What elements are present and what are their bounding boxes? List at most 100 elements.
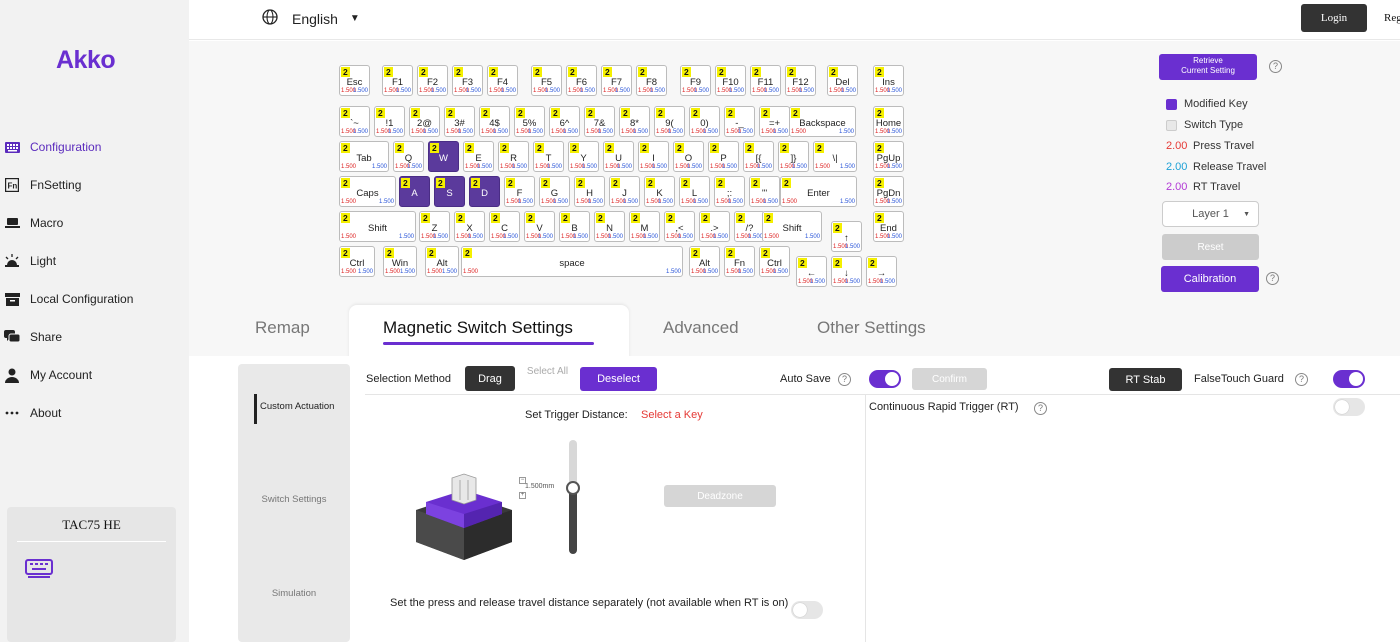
select-all-button[interactable]: Select All — [525, 365, 570, 378]
key-f11[interactable]: 2 F11 1.500 1.500 — [750, 65, 781, 96]
confirm-button[interactable]: Confirm — [912, 368, 987, 390]
key-[interactable]: 2 ↑ 1.500 1.500 — [831, 221, 862, 252]
key-f2[interactable]: 2 F2 1.500 1.500 — [417, 65, 448, 96]
key-p[interactable]: 2 P 1.500 1.500 — [708, 141, 739, 172]
key-[interactable]: 2 =+ 1.500 1.500 — [759, 106, 790, 137]
separate-travel-toggle[interactable] — [791, 601, 823, 619]
key-caps[interactable]: 2 Caps 1.500 1.500 — [339, 176, 396, 207]
key-o[interactable]: 2 O 1.500 1.500 — [673, 141, 704, 172]
key-v[interactable]: 2 V 1.500 1.500 — [524, 211, 555, 242]
trigger-distance-slider[interactable] — [569, 440, 577, 554]
key-d[interactable]: 2D — [469, 176, 500, 207]
key-s[interactable]: 2S — [434, 176, 465, 207]
sidebar-item-my-account[interactable]: My Account — [4, 363, 184, 387]
retrieve-current-setting-button[interactable]: Retrieve Current Setting — [1159, 54, 1257, 80]
slider-handle[interactable] — [566, 481, 580, 495]
sidebar-item-light[interactable]: Light — [4, 249, 184, 273]
key-del[interactable]: 2 Del 1.500 1.500 — [827, 65, 858, 96]
key-t[interactable]: 2 T 1.500 1.500 — [533, 141, 564, 172]
key-f4[interactable]: 2 F4 1.500 1.500 — [487, 65, 518, 96]
key-e[interactable]: 2 E 1.500 1.500 — [463, 141, 494, 172]
tab-remap[interactable]: Remap — [255, 318, 310, 338]
key-6[interactable]: 2 6^ 1.500 1.500 — [549, 106, 580, 137]
register-link[interactable]: Reg — [1384, 12, 1400, 24]
key-[interactable]: 2[{1.500 1.500 — [743, 141, 774, 172]
key-alt[interactable]: 2 Alt 1.500 1.500 — [689, 246, 720, 277]
key-3[interactable]: 2 3# 1.500 1.500 — [444, 106, 475, 137]
key-f10[interactable]: 2 F10 1.500 1.500 — [715, 65, 746, 96]
drag-button[interactable]: Drag — [465, 366, 515, 391]
help-icon[interactable]: ? — [1266, 272, 1279, 285]
key-pgup[interactable]: 2 PgUp 1.500 1.500 — [873, 141, 904, 172]
key-f12[interactable]: 2 F12 1.500 1.500 — [785, 65, 816, 96]
help-icon[interactable]: ? — [1034, 402, 1047, 415]
key-j[interactable]: 2 J 1.500 1.500 — [609, 176, 640, 207]
key-enter[interactable]: 2 Enter 1.500 1.500 — [780, 176, 857, 207]
continuous-rapid-trigger-toggle[interactable] — [1333, 398, 1365, 416]
tab-advanced[interactable]: Advanced — [663, 318, 739, 338]
key-l[interactable]: 2 L 1.500 1.500 — [679, 176, 710, 207]
key-home[interactable]: 2 Home 1.500 1.500 — [873, 106, 904, 137]
rt-stab-button[interactable]: RT Stab — [1109, 368, 1182, 391]
key-ins[interactable]: 2 Ins 1.500 1.500 — [873, 65, 904, 96]
tab-other-settings[interactable]: Other Settings — [817, 318, 926, 338]
key-[interactable]: 2 → 1.500 1.500 — [866, 256, 897, 287]
sidebar-item-macro[interactable]: Macro — [4, 211, 184, 235]
key-q[interactable]: 2 Q 1.500 1.500 — [393, 141, 424, 172]
key-ctrl[interactable]: 2 Ctrl 1.500 1.500 — [339, 246, 375, 277]
sidebar-item-about[interactable]: About — [4, 401, 184, 425]
key-[interactable]: 2 -_ 1.500 1.500 — [724, 106, 755, 137]
key-f5[interactable]: 2 F5 1.500 1.500 — [531, 65, 562, 96]
auto-save-toggle[interactable] — [869, 370, 901, 388]
layer-select[interactable]: Layer 1 ▼ — [1162, 201, 1259, 227]
key-f8[interactable]: 2 F8 1.500 1.500 — [636, 65, 667, 96]
key-8[interactable]: 2 8* 1.500 1.500 — [619, 106, 650, 137]
key-[interactable]: 2 ,< 1.500 1.500 — [664, 211, 695, 242]
key-0[interactable]: 2 0) 1.500 1.500 — [689, 106, 720, 137]
key-win[interactable]: 2 Win 1.500 1.500 — [383, 246, 417, 277]
calibration-button[interactable]: Calibration — [1161, 266, 1259, 292]
key-alt[interactable]: 2 Alt 1.500 1.500 — [425, 246, 459, 277]
key-1[interactable]: 2 !1 1.500 1.500 — [374, 106, 405, 137]
key-ctrl[interactable]: 2 Ctrl 1.500 1.500 — [759, 246, 790, 277]
key-u[interactable]: 2 U 1.500 1.500 — [603, 141, 634, 172]
key-z[interactable]: 2 Z 1.500 1.500 — [419, 211, 450, 242]
key-[interactable]: 2 '" 1.500 1.500 — [749, 176, 780, 207]
key-shift[interactable]: 2 Shift 1.500 1.500 — [339, 211, 416, 242]
key-f9[interactable]: 2 F9 1.500 1.500 — [680, 65, 711, 96]
key-[interactable]: 2 ← 1.500 1.500 — [796, 256, 827, 287]
sidebar-item-configuration[interactable]: Configuration — [4, 135, 184, 159]
key-x[interactable]: 2 X 1.500 1.500 — [454, 211, 485, 242]
key-pgdn[interactable]: 2 PgDn 1.500 1.500 — [873, 176, 904, 207]
key-w[interactable]: 2W — [428, 141, 459, 172]
deadzone-button[interactable]: Deadzone — [664, 485, 776, 507]
keyboard-device-icon[interactable] — [25, 559, 53, 584]
key-[interactable]: 2]} 1.500 1.500 — [778, 141, 809, 172]
sidebar-item-share[interactable]: Share — [4, 325, 184, 349]
device-card[interactable]: TAC75 HE — [7, 507, 176, 642]
key-tab[interactable]: 2 Tab 1.500 1.500 — [339, 141, 389, 172]
key-7[interactable]: 2 7& 1.500 1.500 — [584, 106, 615, 137]
help-icon[interactable]: ? — [1295, 373, 1308, 386]
key-a[interactable]: 2A — [399, 176, 430, 207]
key-g[interactable]: 2 G 1.500 1.500 — [539, 176, 570, 207]
key-5[interactable]: 2 5% 1.500 1.500 — [514, 106, 545, 137]
key-f1[interactable]: 2 F1 1.500 1.500 — [382, 65, 413, 96]
key-[interactable]: 2 `~ 1.500 1.500 — [339, 106, 370, 137]
key-k[interactable]: 2 K 1.500 1.500 — [644, 176, 675, 207]
side-item-switch-settings[interactable]: Switch Settings — [238, 494, 350, 505]
key-n[interactable]: 2 N 1.500 1.500 — [594, 211, 625, 242]
key-f7[interactable]: 2 F7 1.500 1.500 — [601, 65, 632, 96]
key-c[interactable]: 2 C 1.500 1.500 — [489, 211, 520, 242]
increase-icon[interactable]: + — [519, 492, 526, 499]
key-y[interactable]: 2 Y 1.500 1.500 — [568, 141, 599, 172]
key-space[interactable]: 2 space 1.500 1.500 — [461, 246, 683, 277]
key-[interactable]: 2;: 1.500 1.500 — [714, 176, 745, 207]
key-fn[interactable]: 2 Fn 1.500 1.500 — [724, 246, 755, 277]
key-r[interactable]: 2 R 1.500 1.500 — [498, 141, 529, 172]
key-end[interactable]: 2 End 1.500 1.500 — [873, 211, 904, 242]
key-i[interactable]: 2 I 1.500 1.500 — [638, 141, 669, 172]
key-[interactable]: 2 \| 1.500 1.500 — [813, 141, 857, 172]
key-f6[interactable]: 2 F6 1.500 1.500 — [566, 65, 597, 96]
side-item-simulation[interactable]: Simulation — [238, 588, 350, 599]
